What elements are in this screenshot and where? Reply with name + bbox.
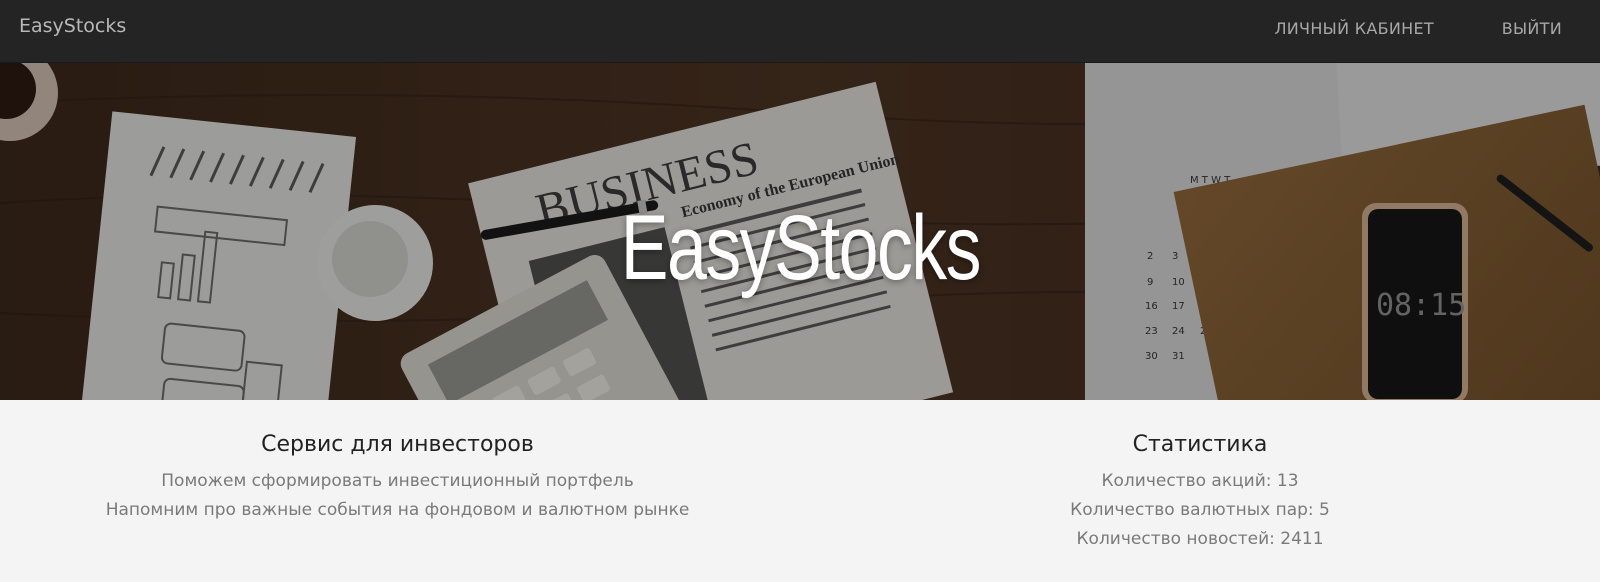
info-section: Сервис для инвесторов Поможем сформирова… xyxy=(0,400,1600,582)
stats-news-count: Количество новостей: 2411 xyxy=(1076,529,1324,549)
hero-title-wrap: EasyStocks xyxy=(0,63,1600,400)
services-line-1: Поможем сформировать инвестиционный порт… xyxy=(161,471,634,491)
hero-title: EasyStocks xyxy=(620,197,981,299)
nav-logout-link[interactable]: ВЫЙТИ xyxy=(1502,19,1562,38)
services-column: Сервис для инвесторов Поможем сформирова… xyxy=(60,400,735,525)
top-navbar: EasyStocks ЛИЧНЫЙ КАБИНЕТ ВЫЙТИ xyxy=(0,0,1600,63)
services-heading: Сервис для инвесторов xyxy=(261,432,534,457)
nav-personal-account-link[interactable]: ЛИЧНЫЙ КАБИНЕТ xyxy=(1274,19,1434,38)
brand-link[interactable]: EasyStocks xyxy=(19,15,126,37)
hero-banner: BUSINESS Economy of the European Union M… xyxy=(0,63,1600,400)
stats-column: Статистика Количество акций: 13 Количест… xyxy=(1000,400,1400,554)
stats-stocks-count: Количество акций: 13 xyxy=(1101,471,1299,491)
stats-currency-pairs-count: Количество валютных пар: 5 xyxy=(1070,500,1330,520)
stats-heading: Статистика xyxy=(1132,432,1268,457)
services-line-2: Напомним про важные события на фондовом … xyxy=(105,500,690,520)
